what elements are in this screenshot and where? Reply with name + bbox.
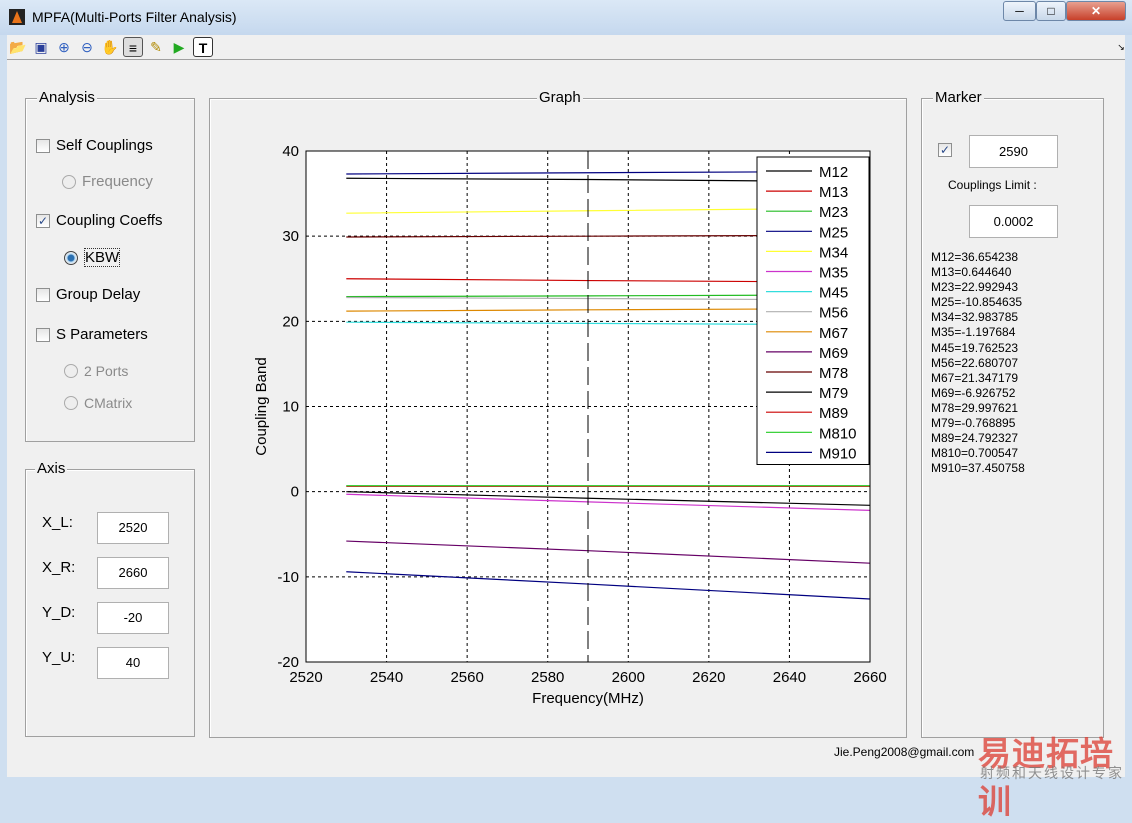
maximize-button[interactable]: □ (1036, 1, 1066, 21)
two-ports-label: 2 Ports (84, 363, 129, 379)
minimize-button[interactable]: ─ (1003, 1, 1036, 21)
cmatrix-label: CMatrix (84, 395, 133, 411)
zoom-in-icon[interactable]: ⊕ (54, 37, 74, 57)
data-cursor-icon[interactable]: ✎ (146, 37, 166, 57)
readout: M23=22.992943 (931, 280, 1019, 295)
save-icon[interactable]: ▣ (31, 37, 51, 57)
self-couplings-checkbox[interactable] (36, 139, 50, 153)
x-l-label: X_L: (42, 514, 73, 531)
readout: M810=0.700547 (931, 446, 1019, 461)
toolbar: 📂 ▣ ⊕ ⊖ ✋ ≡ ✎ ▶ T ↘ (7, 35, 1125, 59)
x-r-input[interactable]: 2660 (97, 557, 169, 589)
s-parameters-label: S Parameters (56, 326, 148, 343)
y-d-input[interactable]: -20 (97, 602, 169, 634)
frequency-label: Frequency (82, 173, 153, 190)
readout: M56=22.680707 (931, 355, 1019, 370)
readout: M67=21.347179 (931, 370, 1019, 385)
marker-frequency-input[interactable]: 2590 (969, 135, 1058, 168)
zoom-out-icon[interactable]: ⊖ (77, 37, 97, 57)
readout: M45=19.762523 (931, 340, 1019, 355)
x-r-label: X_R: (42, 559, 76, 576)
couplings-limit-input[interactable]: 0.0002 (969, 205, 1058, 238)
readout: M89=24.792327 (931, 431, 1019, 446)
marker-readouts: M12=36.654238 M13=0.644640 M23=22.992943… (931, 250, 1025, 476)
frequency-radio[interactable] (62, 175, 76, 189)
readout: M34=32.983785 (931, 310, 1019, 325)
readout: M910=37.450758 (931, 461, 1025, 476)
marker-checkbox[interactable]: ✓ (938, 143, 952, 157)
title-bar: MPFA(Multi-Ports Filter Analysis) ─ □ ✕ (0, 0, 1132, 35)
author-email: Jie.Peng2008@gmail.com (834, 745, 975, 759)
matlab-icon (9, 9, 25, 25)
legend-icon[interactable]: ≡ (123, 37, 143, 57)
s-parameters-checkbox[interactable] (36, 328, 50, 342)
window-title: MPFA(Multi-Ports Filter Analysis) (32, 9, 237, 25)
graph-title: Graph (537, 89, 583, 106)
group-delay-label: Group Delay (56, 286, 141, 303)
readout: M13=0.644640 (931, 265, 1012, 280)
x-l-input[interactable]: 2520 (97, 512, 169, 544)
toolbar-dock-icon[interactable]: ↘ (1111, 37, 1131, 57)
axis-title: Axis (35, 460, 68, 477)
pan-hand-icon[interactable]: ✋ (100, 37, 120, 57)
y-d-label: Y_D: (42, 604, 76, 621)
readout: M69=-6.926752 (931, 385, 1016, 400)
couplings-limit-label: Couplings Limit : (948, 178, 1037, 192)
kbw-radio[interactable] (64, 251, 78, 265)
coupling-coeffs-label: Coupling Coeffs (56, 212, 163, 229)
self-couplings-label: Self Couplings (56, 137, 153, 154)
readout: M78=29.997621 (931, 400, 1019, 415)
text-button[interactable]: T (193, 37, 213, 57)
group-delay-checkbox[interactable] (36, 288, 50, 302)
open-folder-icon[interactable]: 📂 (8, 37, 28, 57)
readout: M12=36.654238 (931, 250, 1019, 264)
readout: M35=-1.197684 (931, 325, 1016, 340)
y-u-input[interactable]: 40 (97, 647, 169, 679)
readout: M25=-10.854635 (931, 295, 1023, 310)
coupling-coeffs-checkbox[interactable]: ✓ (36, 214, 50, 228)
y-u-label: Y_U: (42, 649, 76, 666)
cmatrix-radio[interactable] (64, 396, 78, 410)
close-button[interactable]: ✕ (1066, 1, 1126, 21)
two-ports-radio[interactable] (64, 364, 78, 378)
graph-panel: Graph (209, 89, 907, 738)
run-icon[interactable]: ▶ (169, 37, 189, 57)
readout: M79=-0.768895 (931, 416, 1016, 431)
marker-title: Marker (933, 89, 984, 106)
kbw-label: KBW (83, 248, 121, 267)
watermark-tagline: 射频和天线设计专家 (980, 765, 1124, 781)
analysis-title: Analysis (37, 89, 97, 106)
